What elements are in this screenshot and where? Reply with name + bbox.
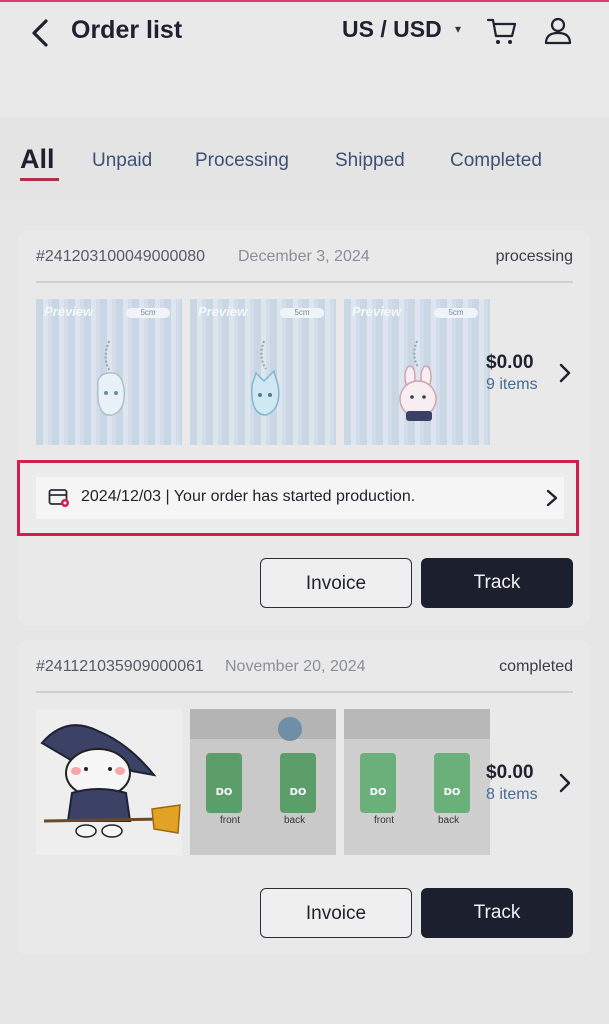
order-item-count: 9 items (486, 376, 538, 393)
product-thumbnail[interactable] (36, 709, 182, 855)
svg-text:DO: DO (216, 787, 233, 798)
order-number: #241121035909000061 (36, 658, 204, 675)
tab-unpaid[interactable]: Unpaid (92, 150, 152, 172)
chevron-right-icon[interactable] (558, 362, 572, 384)
invoice-button[interactable]: Invoice (260, 558, 412, 608)
tab-all[interactable]: All (20, 144, 55, 175)
active-tab-indicator (20, 178, 59, 181)
svg-text:DO: DO (370, 787, 387, 798)
back-label: back (438, 815, 460, 826)
product-thumbnail[interactable]: DO DO front back (344, 709, 490, 855)
production-notice-highlight: 2024/12/03 | Your order has started prod… (17, 460, 579, 536)
chevron-down-icon[interactable]: ▾ (455, 22, 461, 36)
back-icon[interactable] (26, 16, 56, 50)
product-thumbnail[interactable]: DO DO front back (190, 709, 336, 855)
track-button[interactable]: Track (421, 558, 573, 608)
order-item-count: 8 items (486, 786, 538, 803)
product-thumbnail[interactable]: Preview 5cm (190, 299, 336, 445)
keychain-icon (251, 340, 280, 416)
order-number: #241203100049000080 (36, 248, 206, 265)
production-calendar-icon (48, 489, 69, 507)
order-status: completed (499, 658, 573, 675)
door-hanger-icon: DO DO (190, 709, 336, 813)
invoice-button[interactable]: Invoice (260, 888, 412, 938)
order-date: December 3, 2024 (238, 248, 370, 265)
svg-text:DO: DO (444, 787, 461, 798)
order-tabs: All Unpaid Processing Shipped Completed (0, 118, 609, 198)
witch-bunny-sticker-icon (40, 724, 181, 838)
svg-text:DO: DO (290, 787, 307, 798)
cart-icon[interactable] (486, 16, 518, 46)
tab-processing[interactable]: Processing (195, 150, 289, 172)
production-notice[interactable]: 2024/12/03 | Your order has started prod… (36, 477, 564, 519)
order-date: November 20, 2024 (225, 658, 366, 675)
order-card: #241121035909000061 November 20, 2024 co… (18, 640, 590, 955)
product-thumbnail[interactable]: Preview 5cm (36, 299, 182, 445)
header: Order list US / USD ▾ (0, 2, 609, 118)
divider (36, 281, 573, 283)
order-card: #241203100049000080 December 3, 2024 pro… (17, 230, 590, 626)
order-status: processing (495, 248, 573, 265)
user-icon[interactable] (543, 16, 573, 46)
back-label: back (284, 815, 306, 826)
keychain-icon (96, 340, 125, 416)
divider (36, 691, 573, 693)
page-title: Order list (71, 16, 183, 44)
order-price: $0.00 (486, 352, 534, 373)
tab-shipped[interactable]: Shipped (335, 150, 405, 172)
chevron-right-icon (546, 489, 558, 507)
order-price: $0.00 (486, 762, 534, 783)
currency-selector[interactable]: US / USD (342, 16, 442, 43)
product-thumbnail[interactable]: Preview 5cm (344, 299, 490, 445)
track-button[interactable]: Track (421, 888, 573, 938)
notice-text: 2024/12/03 | Your order has started prod… (81, 488, 416, 505)
front-label: front (374, 815, 395, 826)
door-hanger-icon: DO DO (344, 709, 490, 813)
chevron-right-icon[interactable] (558, 772, 572, 794)
keychain-icon (399, 340, 437, 421)
front-label: front (220, 815, 241, 826)
tab-completed[interactable]: Completed (450, 150, 542, 172)
